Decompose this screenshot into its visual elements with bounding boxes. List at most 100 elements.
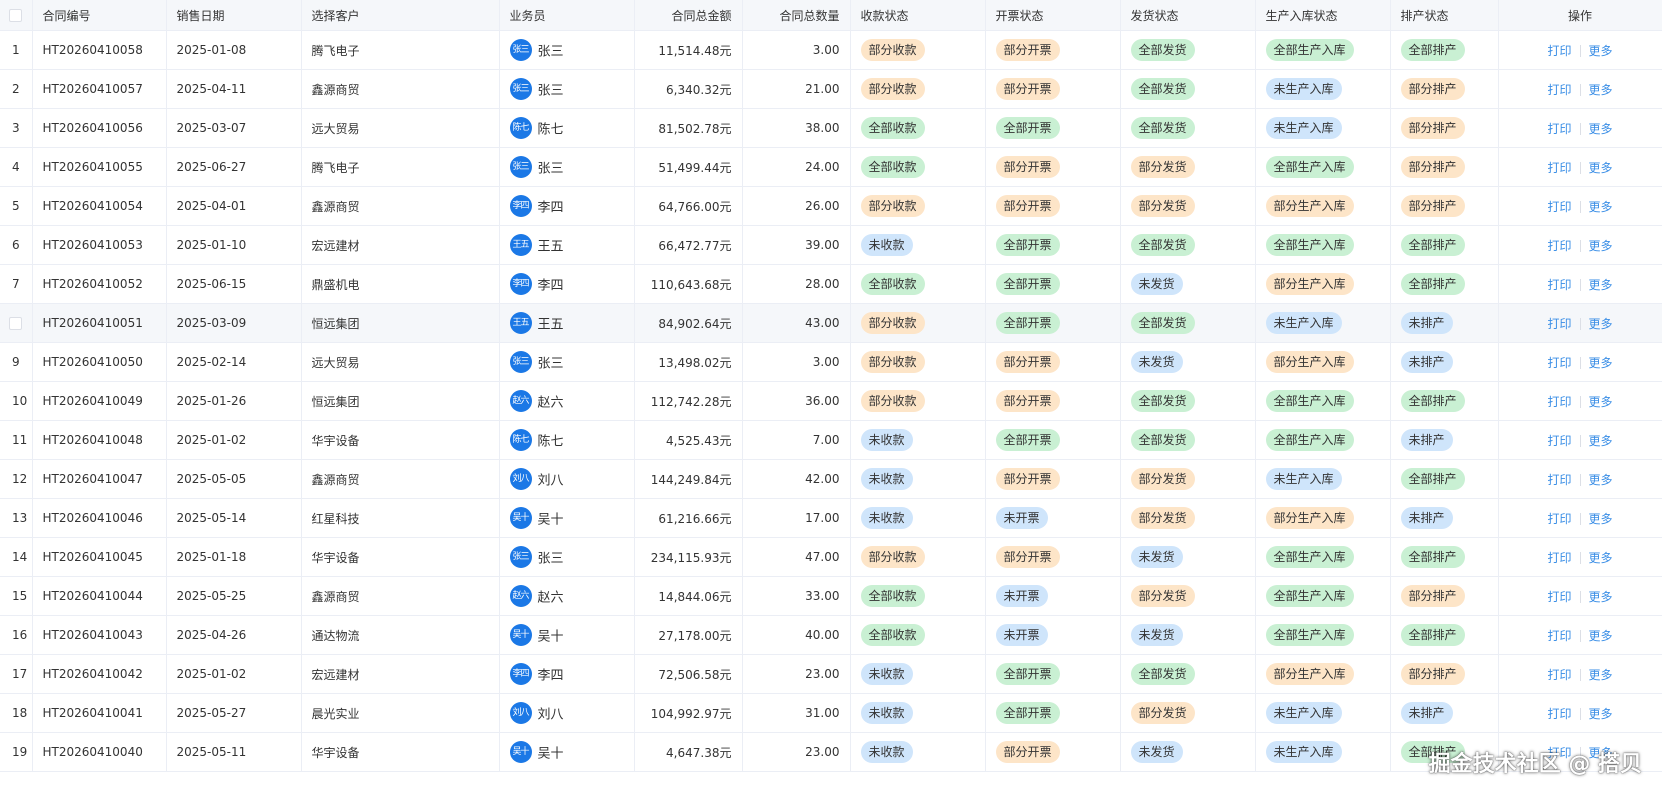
table-row[interactable]: 7 HT20260410052 2025-06-15 鼎盛机电 李四 李四 110,643.… xyxy=(0,264,1662,304)
contract-no: HT20260410041 xyxy=(32,693,167,733)
print-link[interactable]: 打印 xyxy=(1547,590,1571,604)
more-link[interactable]: 更多 xyxy=(1589,356,1613,370)
divider xyxy=(1579,630,1581,642)
sale-date: 2025-05-25 xyxy=(166,576,302,616)
print-link[interactable]: 打印 xyxy=(1547,707,1571,721)
salesperson-name: 王五 xyxy=(537,317,564,333)
print-link[interactable]: 打印 xyxy=(1547,356,1571,370)
more-link[interactable]: 更多 xyxy=(1589,317,1613,331)
more-link[interactable]: 更多 xyxy=(1589,551,1613,565)
table-row[interactable]: 4 HT20260410055 2025-06-27 腾飞电子 张三 张三 51,499.4… xyxy=(0,147,1662,187)
print-link[interactable]: 打印 xyxy=(1547,512,1571,526)
contract-no: HT20260410042 xyxy=(32,654,167,694)
invoice-status-cell: 全部开票 xyxy=(985,654,1121,694)
production-status-badge: 部分生产入库 xyxy=(1265,273,1354,295)
print-link[interactable]: 打印 xyxy=(1547,317,1571,331)
print-link[interactable]: 打印 xyxy=(1547,434,1571,448)
col-header-production-status[interactable]: 生产入库状态 xyxy=(1255,0,1391,31)
print-link[interactable]: 打印 xyxy=(1547,473,1571,487)
more-link[interactable]: 更多 xyxy=(1589,629,1613,643)
print-link[interactable]: 打印 xyxy=(1547,200,1571,214)
table-row[interactable]: 15 HT20260410044 2025-05-25 鑫源商贸 赵六 赵六 14,844.… xyxy=(0,576,1662,616)
table-row[interactable]: 6 HT20260410053 2025-01-10 宏远建材 王五 王五 66,472.7… xyxy=(0,225,1662,265)
more-link[interactable]: 更多 xyxy=(1589,395,1613,409)
more-link[interactable]: 更多 xyxy=(1589,434,1613,448)
salesperson-name: 刘八 xyxy=(537,707,564,723)
more-link[interactable]: 更多 xyxy=(1589,200,1613,214)
print-link[interactable]: 打印 xyxy=(1547,629,1571,643)
table-row[interactable]: 5 HT20260410054 2025-04-01 鑫源商贸 李四 李四 64,766.0… xyxy=(0,186,1662,226)
table-row[interactable]: 19 HT20260410040 2025-05-11 华宇设备 吴十 吴十 4,647.3… xyxy=(0,732,1662,772)
table-row[interactable]: 11 HT20260410048 2025-01-02 华宇设备 陈七 陈七 4,525.4… xyxy=(0,420,1662,460)
customer-name: 红星科技 xyxy=(301,498,500,538)
more-link[interactable]: 更多 xyxy=(1589,278,1613,292)
col-header-invoice-status[interactable]: 开票状态 xyxy=(985,0,1121,31)
schedule-status-cell: 未排产 xyxy=(1390,420,1499,460)
table-row[interactable]: 3 HT20260410056 2025-03-07 远大贸易 陈七 陈七 81,502.7… xyxy=(0,108,1662,148)
print-link[interactable]: 打印 xyxy=(1547,122,1571,136)
table-row[interactable]: 10 HT20260410049 2025-01-26 恒远集团 赵六 赵六 112,742… xyxy=(0,381,1662,421)
more-link[interactable]: 更多 xyxy=(1589,707,1613,721)
table-row[interactable]: 9 HT20260410050 2025-02-14 远大贸易 张三 张三 13,498.0… xyxy=(0,342,1662,382)
customer-name: 宏远建材 xyxy=(301,225,500,265)
table-row[interactable]: 12 HT20260410047 2025-05-05 鑫源商贸 刘八 刘八 144,249… xyxy=(0,459,1662,499)
table-row[interactable]: 18 HT20260410041 2025-05-27 晨光实业 刘八 刘八 104,992… xyxy=(0,693,1662,733)
salesperson-name: 刘八 xyxy=(537,473,564,489)
schedule-status-badge: 部分排产 xyxy=(1400,117,1465,139)
print-link[interactable]: 打印 xyxy=(1547,44,1571,58)
more-link[interactable]: 更多 xyxy=(1589,239,1613,253)
row-checkbox[interactable] xyxy=(0,303,33,343)
col-header-contract-no[interactable]: 合同编号 xyxy=(32,0,167,31)
contract-no: HT20260410049 xyxy=(32,381,167,421)
table-row[interactable]: HT20260410051 2025-03-09 恒远集团 王五 王五 84,902.64… xyxy=(0,303,1662,343)
more-link[interactable]: 更多 xyxy=(1589,83,1613,97)
more-link[interactable]: 更多 xyxy=(1589,512,1613,526)
table-row[interactable]: 2 HT20260410057 2025-04-11 鑫源商贸 张三 张三 6,340.32… xyxy=(0,69,1662,109)
total-qty: 28.00 xyxy=(742,264,851,304)
row-index: 17 xyxy=(0,654,33,694)
sale-date: 2025-01-08 xyxy=(166,30,302,70)
print-link[interactable]: 打印 xyxy=(1547,161,1571,175)
shipping-status-badge: 部分发货 xyxy=(1130,468,1195,490)
col-header-payment-status[interactable]: 收款状态 xyxy=(850,0,986,31)
payment-status-badge: 全部收款 xyxy=(860,156,925,178)
schedule-status-cell: 全部排产 xyxy=(1390,381,1499,421)
col-header-total-qty[interactable]: 合同总数量 xyxy=(742,0,851,31)
table-row[interactable]: 13 HT20260410046 2025-05-14 红星科技 吴十 吴十 61,216.… xyxy=(0,498,1662,538)
table-row[interactable]: 17 HT20260410042 2025-01-02 宏远建材 李四 李四 72,506.… xyxy=(0,654,1662,694)
payment-status-cell: 未收款 xyxy=(850,420,986,460)
payment-status-badge: 未收款 xyxy=(860,507,913,529)
customer-name: 宏远建材 xyxy=(301,654,500,694)
shipping-status-badge: 全部发货 xyxy=(1130,312,1195,334)
more-link[interactable]: 更多 xyxy=(1589,122,1613,136)
print-link[interactable]: 打印 xyxy=(1547,668,1571,682)
more-link[interactable]: 更多 xyxy=(1589,161,1613,175)
schedule-status-cell: 全部排产 xyxy=(1390,225,1499,265)
row-index: 2 xyxy=(0,69,33,109)
salesperson-name: 张三 xyxy=(537,83,564,99)
row-index: 16 xyxy=(0,615,33,655)
more-link[interactable]: 更多 xyxy=(1589,44,1613,58)
print-link[interactable]: 打印 xyxy=(1547,83,1571,97)
customer-name: 晨光实业 xyxy=(301,693,500,733)
select-all-checkbox[interactable] xyxy=(0,0,33,31)
print-link[interactable]: 打印 xyxy=(1547,239,1571,253)
col-header-salesperson[interactable]: 业务员 xyxy=(499,0,635,31)
col-header-customer[interactable]: 选择客户 xyxy=(301,0,500,31)
shipping-status-cell: 全部发货 xyxy=(1120,381,1256,421)
print-link[interactable]: 打印 xyxy=(1547,551,1571,565)
contract-no: HT20260410047 xyxy=(32,459,167,499)
more-link[interactable]: 更多 xyxy=(1589,590,1613,604)
table-row[interactable]: 16 HT20260410043 2025-04-26 通达物流 吴十 吴十 27,178.… xyxy=(0,615,1662,655)
more-link[interactable]: 更多 xyxy=(1589,668,1613,682)
more-link[interactable]: 更多 xyxy=(1589,473,1613,487)
operations-cell: 打印 更多 xyxy=(1498,654,1662,694)
print-link[interactable]: 打印 xyxy=(1547,278,1571,292)
col-header-schedule-status[interactable]: 排产状态 xyxy=(1390,0,1499,31)
table-row[interactable]: 14 HT20260410045 2025-01-18 华宇设备 张三 张三 234,115… xyxy=(0,537,1662,577)
col-header-shipping-status[interactable]: 发货状态 xyxy=(1120,0,1256,31)
col-header-total-amount[interactable]: 合同总金额 xyxy=(634,0,743,31)
print-link[interactable]: 打印 xyxy=(1547,395,1571,409)
table-row[interactable]: 1 HT20260410058 2025-01-08 腾飞电子 张三 张三 11,514.4… xyxy=(0,30,1662,70)
col-header-sale-date[interactable]: 销售日期 xyxy=(166,0,302,31)
